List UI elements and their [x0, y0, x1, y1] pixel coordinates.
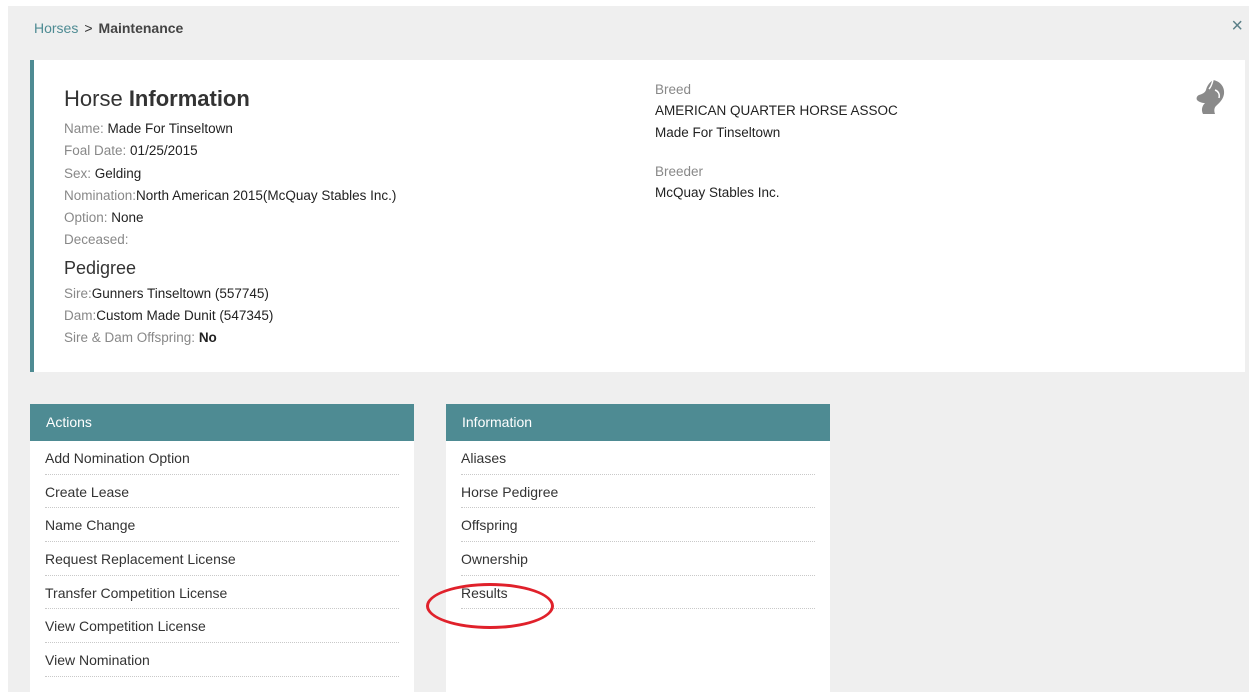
action-view-nomination[interactable]: View Nomination — [45, 643, 399, 677]
information-list: Aliases Horse Pedigree Offspring Ownersh… — [446, 441, 830, 610]
actions-panel-header: Actions — [30, 404, 414, 441]
field-sex: Sex: Gelding — [64, 163, 396, 185]
close-button[interactable]: × — [1231, 16, 1243, 36]
actions-list: Add Nomination Option Create Lease Name … — [30, 441, 414, 677]
action-request-replacement-license[interactable]: Request Replacement License — [45, 542, 399, 576]
action-create-lease[interactable]: Create Lease — [45, 475, 399, 509]
field-value: Made For Tinseltown — [107, 121, 233, 136]
field-value: 01/25/2015 — [130, 143, 198, 159]
info-ownership[interactable]: Ownership — [461, 542, 815, 576]
information-panel: Information Aliases Horse Pedigree Offsp… — [446, 404, 830, 694]
breeder-value: McQuay Stables Inc. — [655, 185, 780, 200]
field-value: Gunners Tinseltown (557745) — [91, 285, 269, 301]
info-offspring[interactable]: Offspring — [461, 508, 815, 543]
actions-panel: Actions Add Nomination Option Create Lea… — [30, 404, 414, 694]
breed-details: Breed AMERICAN QUARTER HORSE ASSOC Made … — [655, 80, 898, 204]
field-value: North American 2015(McQuay Stables Inc.) — [136, 187, 397, 203]
breadcrumb-separator: > — [84, 20, 93, 36]
pedigree-sire: Sire:Gunners Tinseltown (557745) — [64, 283, 396, 305]
field-deceased: Deceased: — [64, 229, 396, 251]
field-label: Nomination: — [64, 187, 137, 203]
horse-head-icon — [1196, 79, 1225, 114]
info-horse-pedigree[interactable]: Horse Pedigree — [461, 475, 815, 509]
field-value: No — [198, 330, 217, 346]
action-add-nomination-option[interactable]: Add Nomination Option — [45, 441, 399, 475]
pedigree-dam: Dam:Custom Made Dunit (547345) — [64, 305, 396, 327]
field-label: Name: — [64, 121, 104, 136]
field-option: Option: None — [64, 207, 396, 229]
heading-bold: Information — [128, 86, 250, 111]
breadcrumb-current: Maintenance — [98, 20, 184, 36]
breed-label: Breed — [655, 82, 692, 97]
field-label: Foal Date: — [64, 143, 127, 159]
field-value: Gelding — [94, 165, 142, 181]
field-nomination: Nomination:North American 2015(McQuay St… — [64, 185, 396, 207]
breed-registered-name: Made For Tinseltown — [655, 125, 781, 140]
field-label: Sex: — [64, 165, 92, 181]
field-label: Deceased: — [64, 232, 129, 248]
field-name: Name: Made For Tinseltown — [64, 118, 396, 140]
breadcrumb: Horses > Maintenance — [34, 20, 183, 36]
breadcrumb-horses-link[interactable]: Horses — [34, 20, 78, 36]
page-background: Horses > Maintenance × Horse Information N… — [8, 6, 1249, 694]
horse-details: Horse Information Name: Made For Tinselt… — [64, 86, 396, 350]
action-view-competition-license[interactable]: View Competition License — [45, 609, 399, 644]
pedigree-offspring: Sire & Dam Offspring: No — [64, 327, 396, 349]
action-transfer-competition-license[interactable]: Transfer Competition License — [45, 576, 399, 610]
information-panel-header: Information — [446, 404, 830, 441]
heading-light: Horse — [64, 86, 123, 111]
field-label: Sire & Dam Offspring: — [64, 330, 196, 346]
info-aliases[interactable]: Aliases — [461, 441, 815, 475]
breeder-label: Breeder — [655, 164, 704, 179]
field-foal-date: Foal Date: 01/25/2015 — [64, 140, 396, 162]
pedigree-heading: Pedigree — [64, 257, 137, 278]
field-value: Custom Made Dunit (547345) — [96, 308, 274, 324]
horse-information-card: Horse Information Name: Made For Tinselt… — [30, 60, 1245, 372]
field-value: None — [111, 210, 144, 226]
field-label: Option: — [64, 210, 108, 226]
info-results[interactable]: Results — [461, 576, 815, 610]
horse-information-heading: Horse Information — [64, 86, 396, 112]
field-label: Sire: — [64, 285, 92, 301]
field-label: Dam: — [64, 308, 97, 324]
breed-association: AMERICAN QUARTER HORSE ASSOC — [655, 103, 898, 118]
action-name-change[interactable]: Name Change — [45, 508, 399, 543]
